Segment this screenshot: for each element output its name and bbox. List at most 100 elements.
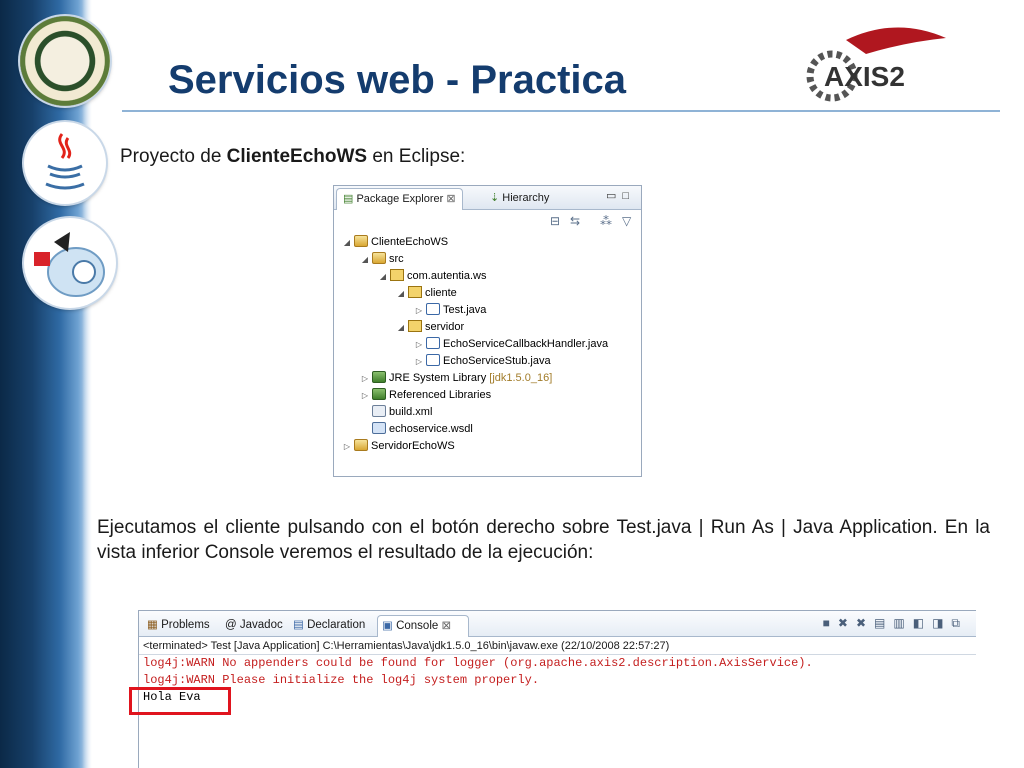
console-line: log4j:WARN Please initialize the log4j s… xyxy=(143,673,540,687)
console-tabbar: ▦ Problems @ Javadoc ▤ Declaration ▣ Con… xyxy=(139,611,976,637)
tree-item-test-java[interactable]: ▷ Test.java xyxy=(414,302,486,319)
tree-twisty-icon[interactable]: ◢ xyxy=(396,285,406,302)
minimize-icon[interactable]: ▭ xyxy=(606,190,622,202)
tree-twisty-icon[interactable]: ▷ xyxy=(414,353,424,370)
tree-item-com-autentia-ws[interactable]: ◢ com.autentia.ws xyxy=(378,268,486,285)
jre-version-label: [jdk1.5.0_16] xyxy=(489,372,553,384)
console-toolbar: ■✖✖▤▥◧◨⧉ xyxy=(823,616,968,631)
tree-twisty-icon[interactable]: ◢ xyxy=(360,251,370,268)
view-menu-chevron-down-icon[interactable]: ▽ xyxy=(622,214,631,228)
axis2-logo-icon: AXIS2 xyxy=(806,20,956,108)
tree-item-build-xml[interactable]: build.xml xyxy=(360,404,432,421)
package-icon xyxy=(408,286,422,298)
tab-package-explorer[interactable]: ▤ Package Explorer ⊠ xyxy=(336,188,463,210)
tree-item-servidorechows[interactable]: ▷ ServidorEchoWS xyxy=(342,438,455,455)
project-icon xyxy=(354,439,368,451)
subtitle-suffix: en Eclipse: xyxy=(367,146,466,167)
show-on-output-icon[interactable]: ◧ xyxy=(913,616,932,630)
close-icon[interactable]: ⊠ xyxy=(446,193,455,205)
subtitle-project-name: ClienteEchoWS xyxy=(226,146,368,167)
tree-item-src[interactable]: ◢ src xyxy=(360,251,404,268)
tree-twisty-icon[interactable]: ◢ xyxy=(342,234,352,251)
tab-declaration[interactable]: ▤ Declaration xyxy=(289,615,369,637)
tab-javadoc[interactable]: @ Javadoc xyxy=(221,615,287,637)
remove-launch-icon[interactable]: ✖ xyxy=(838,616,856,630)
tree-item-label: echoservice.wsdl xyxy=(389,423,473,435)
link-with-editor-icon[interactable]: ⇆ xyxy=(570,214,580,228)
tree-twisty-icon[interactable]: ▷ xyxy=(414,302,424,319)
package-explorer-tabbar: ▤ Package Explorer ⊠ ⇣ Hierarchy ▭□ xyxy=(334,186,641,210)
title-divider xyxy=(122,110,1000,112)
filter-icon[interactable]: ⁂ xyxy=(600,214,612,228)
java-file-icon xyxy=(426,354,440,366)
package-explorer-toolbar: ⊟ ⇆ ⁂ ▽ xyxy=(334,210,641,234)
tree-twisty-icon[interactable]: ▷ xyxy=(360,370,370,387)
axis2-logo-text: AXIS2 xyxy=(824,61,905,92)
remove-all-launches-icon[interactable]: ✖ xyxy=(856,616,874,630)
java-file-icon xyxy=(426,337,440,349)
tree-item-referenced-libraries[interactable]: ▷ Referenced Libraries xyxy=(360,387,491,404)
library-icon xyxy=(372,388,386,400)
console-output-line: Hola Eva xyxy=(143,690,201,704)
tab-console[interactable]: ▣ Console ⊠ xyxy=(377,615,469,637)
tab-package-explorer-label: Package Explorer xyxy=(356,193,444,205)
tab-problems-label: Problems xyxy=(161,619,210,631)
tab-declaration-label: Declaration xyxy=(307,619,366,631)
window-controls: ▭□ xyxy=(606,189,635,202)
tree-item-jre-system-library[interactable]: ▷ JRE System Library [jdk1.5.0_16] xyxy=(360,370,552,387)
tree-item-label: EchoServiceStub.java xyxy=(443,355,551,367)
show-on-error-icon[interactable]: ◨ xyxy=(932,616,951,630)
wsdl-file-icon xyxy=(372,422,386,434)
tree-item-label: Referenced Libraries xyxy=(389,389,492,401)
tree-item-label: EchoServiceCallbackHandler.java xyxy=(443,338,609,350)
tree-item-echoservicecallbackhandler[interactable]: ▷ EchoServiceCallbackHandler.java xyxy=(414,336,608,353)
tree-item-label: build.xml xyxy=(389,406,433,418)
subtitle-prefix: Proyecto de xyxy=(120,146,227,167)
package-icon xyxy=(408,320,422,332)
tree-item-label: JRE System Library xyxy=(389,372,487,384)
close-icon[interactable]: ⊠ xyxy=(441,620,451,632)
tree-item-echoservice-wsdl[interactable]: echoservice.wsdl xyxy=(360,421,473,438)
source-folder-icon xyxy=(372,252,386,264)
tree-item-label: Test.java xyxy=(443,304,487,316)
instructions-paragraph: Ejecutamos el cliente pulsando con el bo… xyxy=(97,517,990,563)
tree-item-servidor[interactable]: ◢ servidor xyxy=(396,319,464,336)
tree-twisty-icon[interactable]: ▷ xyxy=(414,336,424,353)
tree-item-echoservicestub[interactable]: ▷ EchoServiceStub.java xyxy=(414,353,551,370)
tab-hierarchy[interactable]: ⇣ Hierarchy xyxy=(484,188,555,210)
hierarchy-icon: ⇣ xyxy=(490,192,500,204)
console-line: log4j:WARN No appenders could be found f… xyxy=(143,656,813,670)
library-icon xyxy=(372,371,386,383)
java-file-icon xyxy=(426,303,440,315)
tree-item-cliente[interactable]: ◢ cliente xyxy=(396,285,457,302)
tab-console-label: Console xyxy=(396,620,439,632)
tree-item-label: cliente xyxy=(425,287,457,299)
tree-item-label: src xyxy=(389,253,404,265)
tree-twisty-icon[interactable]: ◢ xyxy=(378,268,388,285)
maximize-icon[interactable]: □ xyxy=(622,190,635,202)
terminate-icon[interactable]: ■ xyxy=(823,616,838,630)
console-launch-header: <terminated> Test [Java Application] C:\… xyxy=(139,637,976,655)
tree-item-label: ServidorEchoWS xyxy=(371,440,455,452)
tab-problems[interactable]: ▦ Problems xyxy=(143,615,214,637)
open-console-icon[interactable]: ⧉ xyxy=(951,616,968,630)
tree-twisty-icon[interactable]: ▷ xyxy=(360,387,370,404)
slide-subtitle: Proyecto de ClienteEchoWS en Eclipse: xyxy=(120,146,465,168)
tree-item-label: com.autentia.ws xyxy=(407,270,487,282)
javadoc-icon: @ xyxy=(225,619,237,631)
tree-item-label: ClienteEchoWS xyxy=(371,236,449,248)
slide-title: Servicios web - Practica xyxy=(168,58,627,102)
problems-icon: ▦ xyxy=(147,619,158,631)
tree-twisty-icon[interactable]: ▷ xyxy=(342,438,352,455)
collapse-all-icon[interactable]: ⊟ xyxy=(550,214,560,228)
university-seal-icon xyxy=(20,16,110,106)
clear-console-icon[interactable]: ▤ xyxy=(874,616,893,630)
console-view: ▦ Problems @ Javadoc ▤ Declaration ▣ Con… xyxy=(138,610,976,768)
scroll-lock-icon[interactable]: ▥ xyxy=(893,616,912,630)
project-icon xyxy=(354,235,368,247)
xml-file-icon xyxy=(372,405,386,417)
output-highlight-box xyxy=(129,687,231,715)
tree-twisty-icon[interactable]: ◢ xyxy=(396,319,406,336)
package-explorer-view: ▤ Package Explorer ⊠ ⇣ Hierarchy ▭□ ⊟ ⇆ … xyxy=(333,185,642,477)
tree-item-clienteechows[interactable]: ◢ ClienteEchoWS xyxy=(342,234,448,251)
